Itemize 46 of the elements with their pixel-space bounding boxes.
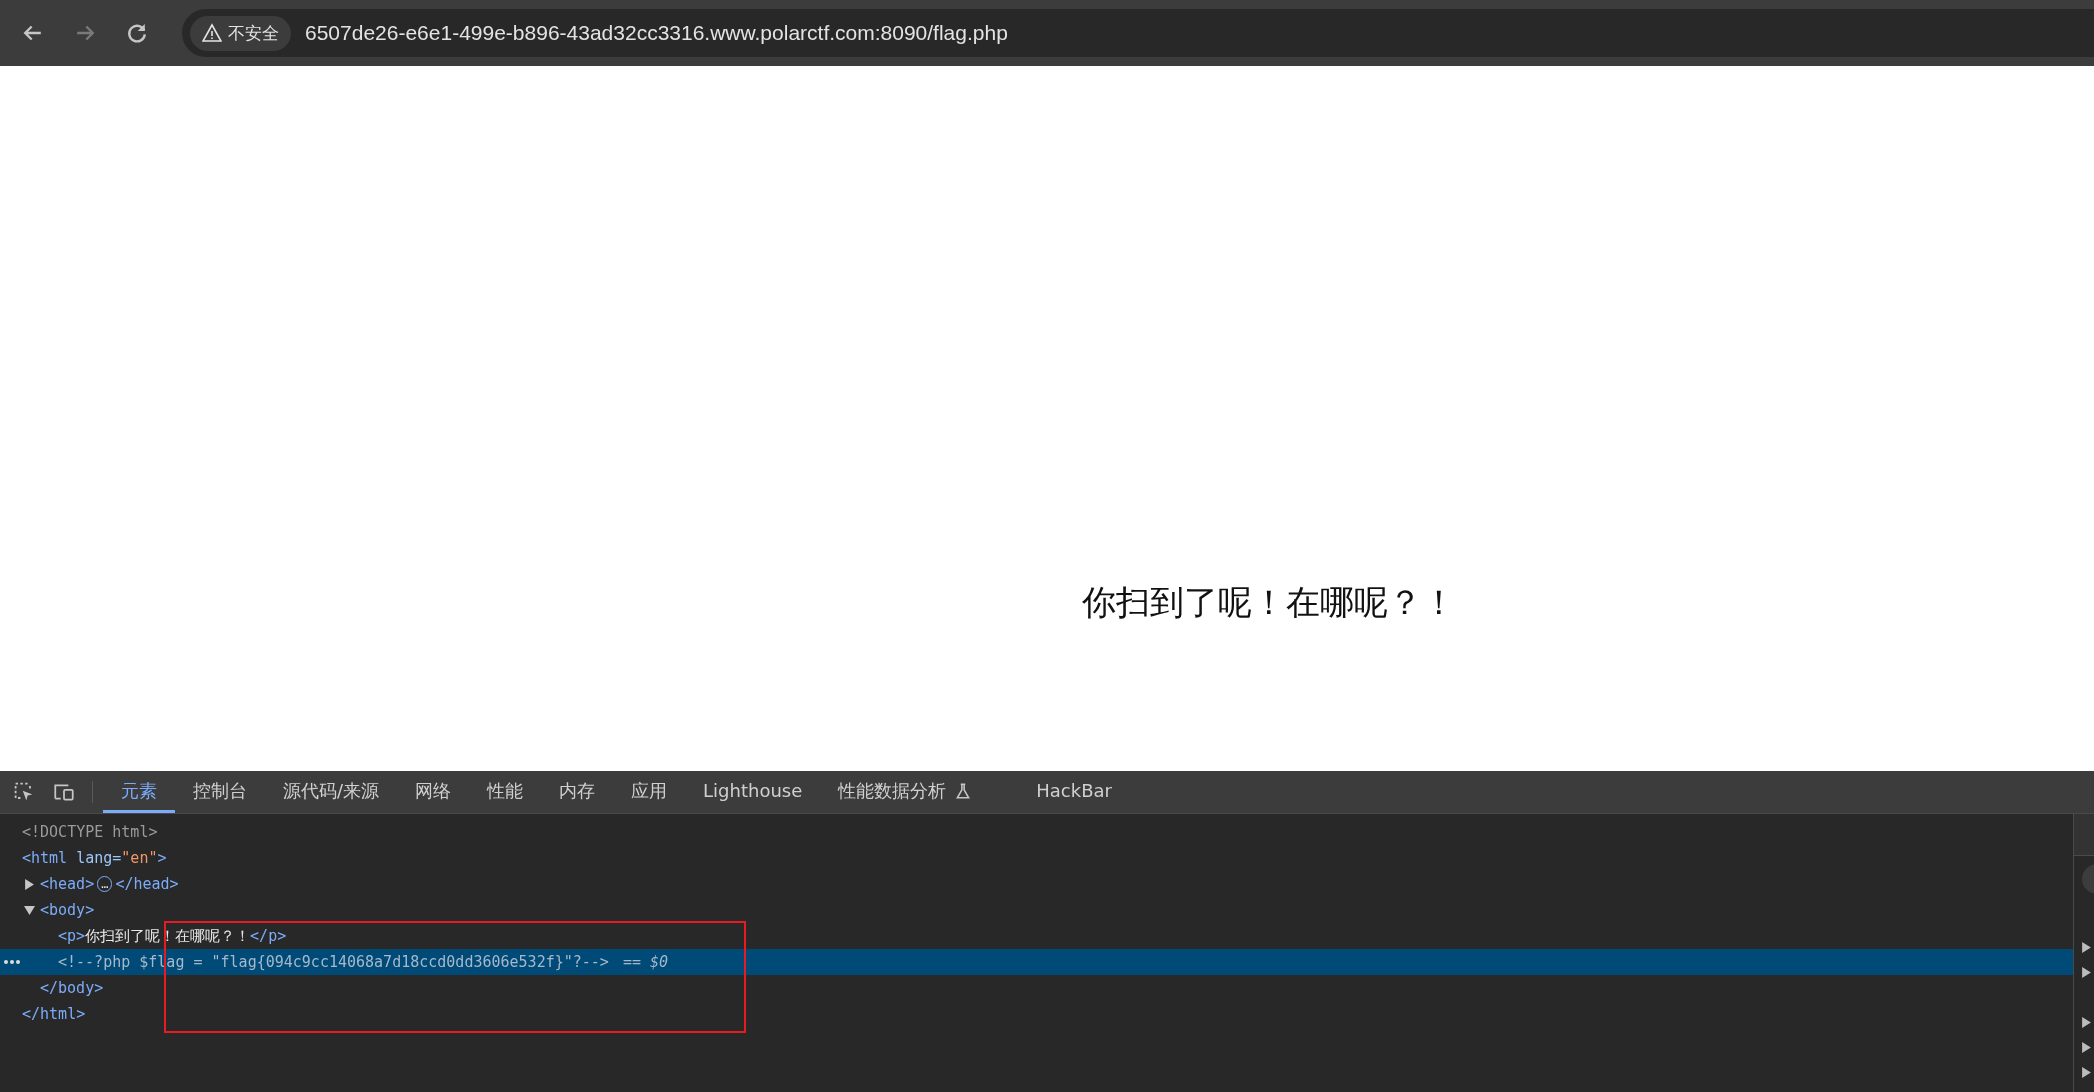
dom-tree-row[interactable]: <p>你扫到了呢！在哪呢？！</p> bbox=[0, 923, 2073, 949]
devtools-tab[interactable]: 控制台 bbox=[175, 771, 265, 813]
tag-name: > bbox=[157, 849, 167, 867]
doctype-text: <!DOCTYPE html> bbox=[22, 823, 158, 841]
tag-name: </body> bbox=[40, 979, 104, 997]
warning-icon bbox=[202, 23, 222, 43]
devtools-tab[interactable]: 内存 bbox=[541, 771, 614, 813]
tag-name: <body> bbox=[40, 901, 95, 919]
dom-tree-row[interactable]: </body> bbox=[0, 975, 2073, 1001]
dom-tree-row[interactable]: </html> bbox=[0, 1001, 2073, 1027]
url-text: 6507de26-e6e1-499e-b896-43ad32cc3316.www.polarctf.com:8090/flag.php bbox=[305, 21, 1008, 45]
flask-icon bbox=[954, 781, 973, 800]
expand-toggle-icon[interactable] bbox=[2081, 967, 2092, 978]
devtools-tab[interactable]: HackBar bbox=[1018, 771, 1130, 813]
address-bar[interactable]: 不安全 6507de26-e6e1-499e-b896-43ad32cc3316.www.polarctf.com:8090/flag.php bbox=[182, 9, 2094, 57]
security-label: 不安全 bbox=[228, 21, 279, 45]
devtools-tab[interactable]: 性能数据分析 bbox=[820, 771, 991, 813]
dom-tree-row[interactable]: <!DOCTYPE html> bbox=[0, 819, 2073, 845]
tag-name: <p> bbox=[58, 927, 86, 945]
page-paragraph: 你扫到了呢！在哪呢？！ bbox=[1082, 581, 1456, 624]
tag-name: <html bbox=[22, 849, 68, 867]
devtools-tab[interactable]: Lighthouse bbox=[685, 771, 821, 813]
expand-toggle-icon[interactable] bbox=[24, 878, 35, 890]
expand-toggle-icon[interactable] bbox=[2081, 1042, 2092, 1053]
devtools-tab[interactable]: 应用 bbox=[613, 771, 686, 813]
tag-name: </head> bbox=[115, 875, 179, 893]
expand-toggle-icon[interactable] bbox=[2081, 1017, 2092, 1028]
security-chip[interactable]: 不安全 bbox=[190, 15, 291, 51]
tag-name: <head> bbox=[40, 875, 95, 893]
dom-tree-row[interactable]: <head> … </head> bbox=[0, 871, 2073, 897]
attribute-name: lang= bbox=[75, 849, 122, 867]
expand-toggle-icon[interactable] bbox=[24, 904, 35, 916]
more-options-icon[interactable] bbox=[4, 960, 20, 964]
tag-name: </html> bbox=[22, 1005, 86, 1023]
text-content: 你扫到了呢！在哪呢？！ bbox=[85, 926, 251, 946]
devtools-tab[interactable]: 元素 bbox=[103, 771, 175, 813]
selection-marker: == $0 bbox=[622, 953, 669, 971]
expand-toggle-icon[interactable] bbox=[2081, 942, 2092, 953]
devtools-tab[interactable]: 网络 bbox=[397, 771, 470, 813]
expand-toggle-icon[interactable] bbox=[2081, 1067, 2092, 1078]
attribute-value: "en" bbox=[121, 849, 158, 867]
dom-tree-row[interactable]: <body> bbox=[0, 897, 2073, 923]
devtools-tab[interactable]: 性能 bbox=[469, 771, 542, 813]
dom-tree-row[interactable]: <html lang="en"> bbox=[0, 845, 2073, 871]
devtools-tab[interactable]: 源代码/来源 bbox=[265, 771, 398, 813]
tag-name: </p> bbox=[250, 927, 287, 945]
